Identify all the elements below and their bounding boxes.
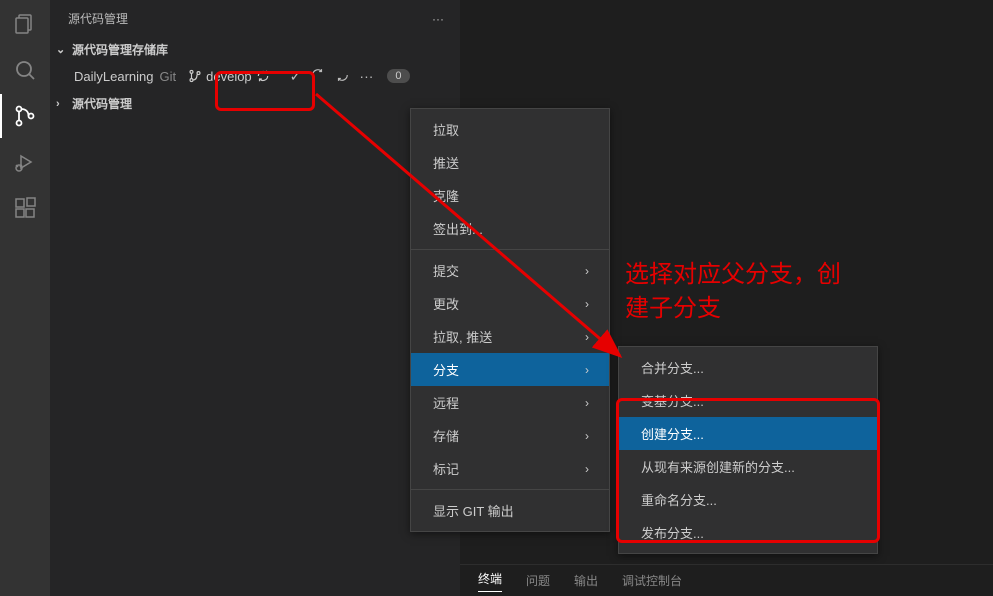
sidebar: 源代码管理 ··· ⌄ 源代码管理存储库 DailyLearning Git d… (50, 0, 460, 596)
source-control-icon[interactable] (11, 102, 39, 130)
sync-icon (256, 69, 270, 83)
annotation-text: 选择对应父分支，创 建子分支 (625, 258, 841, 325)
terminal-tab-terminal[interactable]: 终端 (478, 570, 502, 592)
chevron-right-icon: › (585, 363, 589, 377)
menu-checkout[interactable]: 签出到... (411, 212, 609, 245)
branch-chip[interactable]: develop (182, 67, 276, 86)
terminal-tab-problems[interactable]: 问题 (526, 572, 550, 589)
repo-name: DailyLearning (74, 69, 154, 84)
menu-pull-push[interactable]: 拉取, 推送› (411, 320, 609, 353)
branch-icon (188, 69, 202, 83)
menu-separator (411, 489, 609, 490)
menu-rebase-branch[interactable]: 变基分支... (619, 384, 877, 417)
sidebar-header: 源代码管理 ··· (50, 0, 460, 37)
menu-stash[interactable]: 存储› (411, 419, 609, 452)
menu-rename-branch[interactable]: 重命名分支... (619, 483, 877, 516)
menu-create-branch-from[interactable]: 从现有来源创建新的分支... (619, 450, 877, 483)
menu-publish-branch[interactable]: 发布分支... (619, 516, 877, 549)
sidebar-title: 源代码管理 (68, 10, 128, 27)
activity-bar (0, 0, 50, 596)
menu-commit[interactable]: 提交› (411, 254, 609, 287)
menu-create-branch[interactable]: 创建分支... (619, 417, 877, 450)
search-icon[interactable] (11, 56, 39, 84)
extensions-icon[interactable] (11, 194, 39, 222)
menu-merge-branch[interactable]: 合并分支... (619, 351, 877, 384)
chevron-right-icon: › (585, 396, 589, 410)
repo-actions: ✓ ··· 0 (290, 68, 410, 85)
more-icon[interactable]: ··· (359, 68, 373, 84)
chevron-down-icon: ⌄ (56, 43, 68, 56)
refresh-icon-2[interactable] (335, 68, 349, 85)
more-actions-icon[interactable]: ··· (432, 12, 444, 26)
context-menu-main: 拉取 推送 克隆 签出到... 提交› 更改› 拉取, 推送› 分支› 远程› … (410, 108, 610, 532)
chevron-right-icon: › (585, 429, 589, 443)
commit-check-icon[interactable]: ✓ (290, 68, 302, 85)
menu-tags[interactable]: 标记› (411, 452, 609, 485)
menu-separator (411, 249, 609, 250)
repo-type: Git (160, 69, 177, 84)
section-scm-header[interactable]: › 源代码管理 (50, 90, 460, 117)
context-submenu-branch: 合并分支... 变基分支... 创建分支... 从现有来源创建新的分支... 重… (618, 346, 878, 554)
chevron-right-icon: › (56, 98, 68, 110)
changes-badge: 0 (387, 69, 409, 83)
chevron-right-icon: › (585, 264, 589, 278)
menu-changes[interactable]: 更改› (411, 287, 609, 320)
menu-push[interactable]: 推送 (411, 146, 609, 179)
branch-name: develop (206, 69, 252, 84)
debug-icon[interactable] (11, 148, 39, 176)
repo-row[interactable]: DailyLearning Git develop ✓ ··· 0 (50, 62, 460, 90)
section-repos-label: 源代码管理存储库 (72, 41, 168, 58)
menu-clone[interactable]: 克隆 (411, 179, 609, 212)
terminal-tab-debug[interactable]: 调试控制台 (622, 572, 682, 589)
menu-pull[interactable]: 拉取 (411, 113, 609, 146)
terminal-tab-output[interactable]: 输出 (574, 572, 598, 589)
menu-show-git-output[interactable]: 显示 GIT 输出 (411, 494, 609, 527)
section-scm-label: 源代码管理 (72, 95, 132, 112)
refresh-icon[interactable] (311, 68, 325, 85)
chevron-right-icon: › (585, 330, 589, 344)
chevron-right-icon: › (585, 297, 589, 311)
menu-branch[interactable]: 分支› (411, 353, 609, 386)
section-repos-header[interactable]: ⌄ 源代码管理存储库 (50, 37, 460, 62)
chevron-right-icon: › (585, 462, 589, 476)
terminal-panel-tabs: 终端 问题 输出 调试控制台 (460, 564, 993, 596)
menu-remote[interactable]: 远程› (411, 386, 609, 419)
explorer-icon[interactable] (11, 10, 39, 38)
